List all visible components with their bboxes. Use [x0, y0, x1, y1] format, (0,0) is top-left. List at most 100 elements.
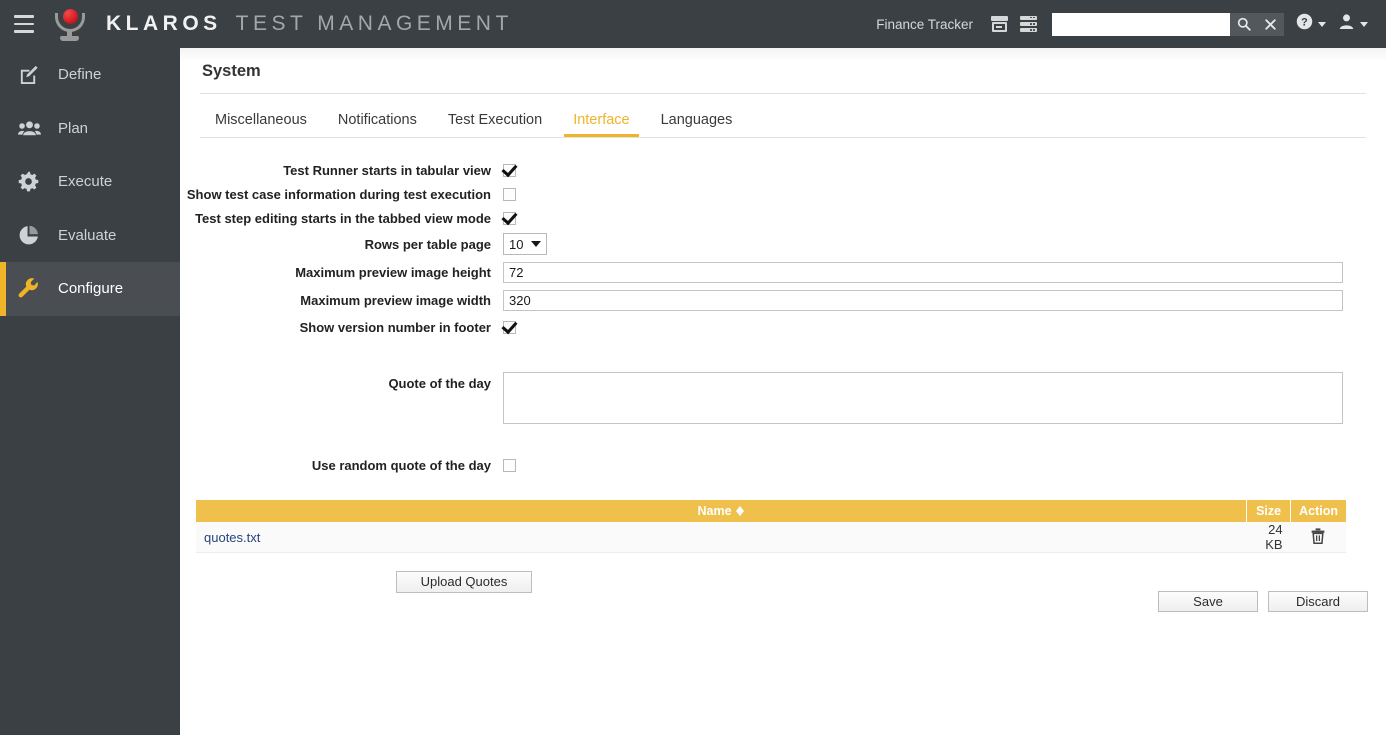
field-row-rows-per-page: Rows per table page 10: [180, 230, 1386, 258]
sidebar-item-plan[interactable]: Plan: [0, 102, 180, 156]
checkbox-step-tabbed[interactable]: [503, 211, 516, 225]
server-rack: [1019, 28, 1037, 33]
wrench-icon: [18, 278, 44, 299]
column-header-size[interactable]: Size: [1246, 500, 1292, 522]
sort-icon[interactable]: [735, 505, 745, 517]
user-icon: [1338, 13, 1355, 35]
tab-languages[interactable]: Languages: [652, 112, 742, 138]
field-label: Rows per table page: [364, 236, 491, 252]
field-label: Maximum preview image height: [295, 264, 491, 280]
quotes-file-table: Name Size Action quotes.txt 24 KB: [196, 500, 1346, 553]
save-button[interactable]: Save: [1158, 591, 1258, 612]
close-icon[interactable]: [1257, 12, 1284, 36]
checkbox-runner-tabular[interactable]: [503, 163, 516, 177]
klaros-logo-icon[interactable]: [50, 4, 92, 44]
users-icon: [18, 118, 44, 139]
search-group: [1052, 12, 1284, 36]
tab-test-execution[interactable]: Test Execution: [439, 112, 551, 138]
logo-base: [60, 36, 79, 41]
cell-action: [1290, 522, 1346, 553]
tab-interface[interactable]: Interface: [564, 112, 639, 137]
header-right-group: Finance Tracker ?: [876, 0, 1386, 48]
field-label: Use random quote of the day: [311, 457, 491, 473]
checkbox-show-case-info[interactable]: [503, 187, 516, 201]
column-header-name[interactable]: Name: [196, 500, 1248, 522]
server-rack: [1019, 21, 1037, 27]
server-icon[interactable]: [1015, 9, 1041, 39]
sidebar-item-label: Execute: [58, 173, 113, 191]
archive-lid: [990, 16, 1008, 21]
page-title: System: [202, 62, 261, 80]
search-icon[interactable]: [1230, 12, 1257, 36]
archive-icon[interactable]: [986, 9, 1012, 39]
field-row-runner-tabular: Test Runner starts in tabular view: [180, 158, 1386, 182]
sidebar-item-label: Plan: [58, 119, 89, 137]
hamburger-line: [14, 30, 34, 33]
sidebar-item-define[interactable]: Define: [0, 48, 180, 102]
preview-image-height-input[interactable]: [503, 261, 1343, 283]
sidebar-item-label: Configure: [58, 280, 124, 298]
brand-primary: KLAROS: [106, 12, 222, 35]
form-action-buttons: Save Discard: [1158, 591, 1368, 612]
tab-notifications[interactable]: Notifications: [329, 112, 426, 138]
field-row-step-tabbed: Test step editing starts in the tabbed v…: [180, 206, 1386, 230]
sidebar-item-label: Evaluate: [58, 226, 117, 244]
field-row-preview-height: Maximum preview image height: [180, 258, 1386, 286]
archive-slot: [996, 25, 1002, 28]
field-row-quote: Quote of the day: [180, 372, 1386, 448]
table-header: Name Size Action: [196, 500, 1346, 522]
field-label: Show version number in footer: [299, 319, 491, 335]
cell-file-name: quotes.txt: [196, 522, 1247, 553]
field-label: Quote of the day: [388, 376, 491, 391]
sidebar-item-execute[interactable]: Execute: [0, 155, 180, 209]
help-icon: ?: [1296, 13, 1313, 35]
top-header-bar: KLAROS TEST MANAGEMENT Finance Tracker ?: [0, 0, 1386, 48]
rows-per-page-select[interactable]: 10: [503, 233, 547, 255]
pie-chart-icon: [18, 225, 44, 246]
table-row: quotes.txt 24 KB: [196, 522, 1346, 553]
chevron-down-icon: [1318, 21, 1326, 27]
field-row-random-quote: Use random quote of the day: [180, 452, 1386, 478]
field-row-preview-width: Maximum preview image width: [180, 286, 1386, 314]
field-label: Test Runner starts in tabular view: [283, 162, 491, 178]
file-link[interactable]: quotes.txt: [204, 530, 260, 545]
checkbox-show-version[interactable]: [503, 320, 516, 334]
hamburger-menu-icon[interactable]: [0, 0, 48, 48]
search-input[interactable]: [1052, 12, 1230, 36]
table-header-row: Name Size Action: [196, 500, 1346, 522]
sidebar-item-configure[interactable]: Configure: [0, 262, 180, 316]
table-body: quotes.txt 24 KB: [196, 522, 1346, 553]
brand-title[interactable]: KLAROS TEST MANAGEMENT: [106, 12, 513, 36]
brand-secondary: TEST MANAGEMENT: [235, 12, 513, 35]
interface-settings-form: Test Runner starts in tabular view Show …: [180, 138, 1386, 478]
user-menu[interactable]: [1338, 13, 1368, 35]
help-menu[interactable]: ?: [1296, 13, 1326, 35]
current-project-label[interactable]: Finance Tracker: [876, 17, 973, 32]
edit-square-icon: [18, 64, 44, 85]
cell-file-size: 24 KB: [1246, 522, 1291, 553]
upload-quotes-button[interactable]: Upload Quotes: [396, 571, 532, 593]
svg-text:?: ?: [1301, 16, 1308, 28]
gear-icon: [18, 171, 44, 192]
logo-ball: [63, 9, 78, 24]
discard-button[interactable]: Discard: [1268, 591, 1368, 612]
trash-icon[interactable]: [1311, 527, 1325, 547]
sidebar-item-label: Define: [58, 66, 102, 84]
server-rack: [1019, 15, 1037, 20]
tab-bar: Miscellaneous Notifications Test Executi…: [200, 94, 1366, 138]
column-header-action: Action: [1290, 500, 1346, 522]
field-label: Maximum preview image width: [300, 292, 491, 308]
field-row-show-version: Show version number in footer: [180, 314, 1386, 340]
checkbox-random-quote[interactable]: [503, 458, 516, 472]
field-label: Show test case information during test e…: [186, 186, 491, 202]
preview-image-width-input[interactable]: [503, 289, 1343, 311]
field-label: Test step editing starts in the tabbed v…: [195, 210, 491, 226]
sidebar-item-evaluate[interactable]: Evaluate: [0, 209, 180, 263]
left-sidebar: Define Plan Execute Evaluate Configure: [0, 48, 180, 735]
hamburger-line: [14, 15, 34, 18]
hamburger-line: [14, 22, 34, 26]
chevron-down-icon: [1360, 21, 1368, 27]
quote-of-the-day-textarea[interactable]: [503, 372, 1343, 424]
main-content-area: System Miscellaneous Notifications Test …: [180, 48, 1386, 735]
tab-miscellaneous[interactable]: Miscellaneous: [206, 112, 316, 138]
